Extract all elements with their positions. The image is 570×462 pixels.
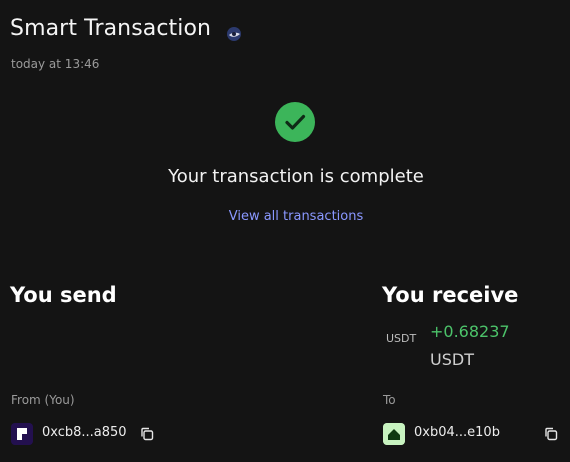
from-address: 0xcb8...a850: [42, 425, 127, 440]
from-label: From (You): [11, 393, 75, 407]
page-title: Smart Transaction: [10, 16, 212, 41]
receive-token-icon: USDT: [386, 332, 417, 345]
success-check-icon: [275, 102, 315, 142]
copy-from-address-icon[interactable]: [140, 427, 154, 441]
to-label: To: [383, 393, 396, 407]
transaction-timestamp: today at 13:46: [11, 57, 100, 71]
network-icon: [227, 27, 241, 41]
copy-to-address-icon[interactable]: [544, 427, 558, 441]
receive-amount: +0.68237: [430, 322, 510, 341]
from-account-avatar: [11, 423, 33, 445]
to-address: 0xb04...e10b: [414, 425, 500, 440]
smart-transaction-page: Smart Transaction today at 13:46 Your tr…: [0, 0, 570, 462]
you-send-heading: You send: [10, 283, 117, 307]
you-receive-heading: You receive: [382, 283, 519, 307]
view-all-transactions-link[interactable]: View all transactions: [0, 209, 570, 224]
transaction-status-message: Your transaction is complete: [168, 166, 424, 187]
receive-token-symbol: USDT: [430, 350, 474, 369]
to-account-avatar: [383, 423, 405, 445]
